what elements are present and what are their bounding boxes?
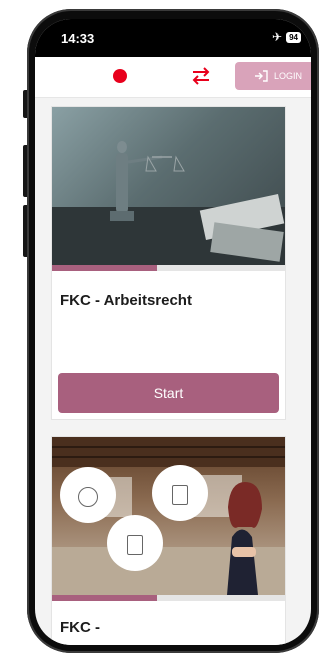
swap-arrows-icon[interactable]: [190, 66, 212, 86]
course-title: FKC -: [60, 619, 100, 636]
course-card: FKC - Arbeitsrecht Start: [51, 106, 286, 420]
app-bar: LOGIN: [35, 57, 311, 98]
course-card: FKC -: [51, 436, 286, 645]
workflow-step-2: [152, 465, 208, 521]
target-icon: [78, 487, 98, 507]
workflow-step-1: [60, 467, 116, 523]
course-progress-fill: [52, 595, 157, 601]
status-time: 14:33: [61, 31, 95, 46]
form-icon: [127, 535, 143, 555]
course-list: FKC - Arbeitsrecht Start FKC -: [35, 98, 311, 645]
start-button[interactable]: Start: [58, 373, 279, 413]
course-image-justitia: [52, 107, 285, 265]
phone-screen: 14:33 ✈ 94 LOGIN FKC - Arbeitsrecht Star…: [35, 19, 311, 645]
course-progress-bar: [52, 595, 285, 601]
airplane-icon: ✈: [272, 30, 283, 44]
course-image-office: [52, 437, 285, 595]
course-title: FKC - Arbeitsrecht: [60, 292, 192, 309]
status-right: ✈ 94: [272, 30, 301, 44]
course-progress-fill: [52, 265, 157, 271]
login-button[interactable]: LOGIN: [235, 62, 311, 90]
battery-level: 94: [286, 31, 301, 43]
status-bar: 14:33 ✈ 94: [35, 19, 311, 57]
login-label: LOGIN: [273, 71, 302, 81]
record-dot-icon[interactable]: [113, 69, 127, 83]
document-icon: [172, 485, 188, 505]
workflow-step-3: [107, 515, 163, 571]
course-progress-bar: [52, 265, 285, 271]
login-icon: [254, 70, 268, 82]
